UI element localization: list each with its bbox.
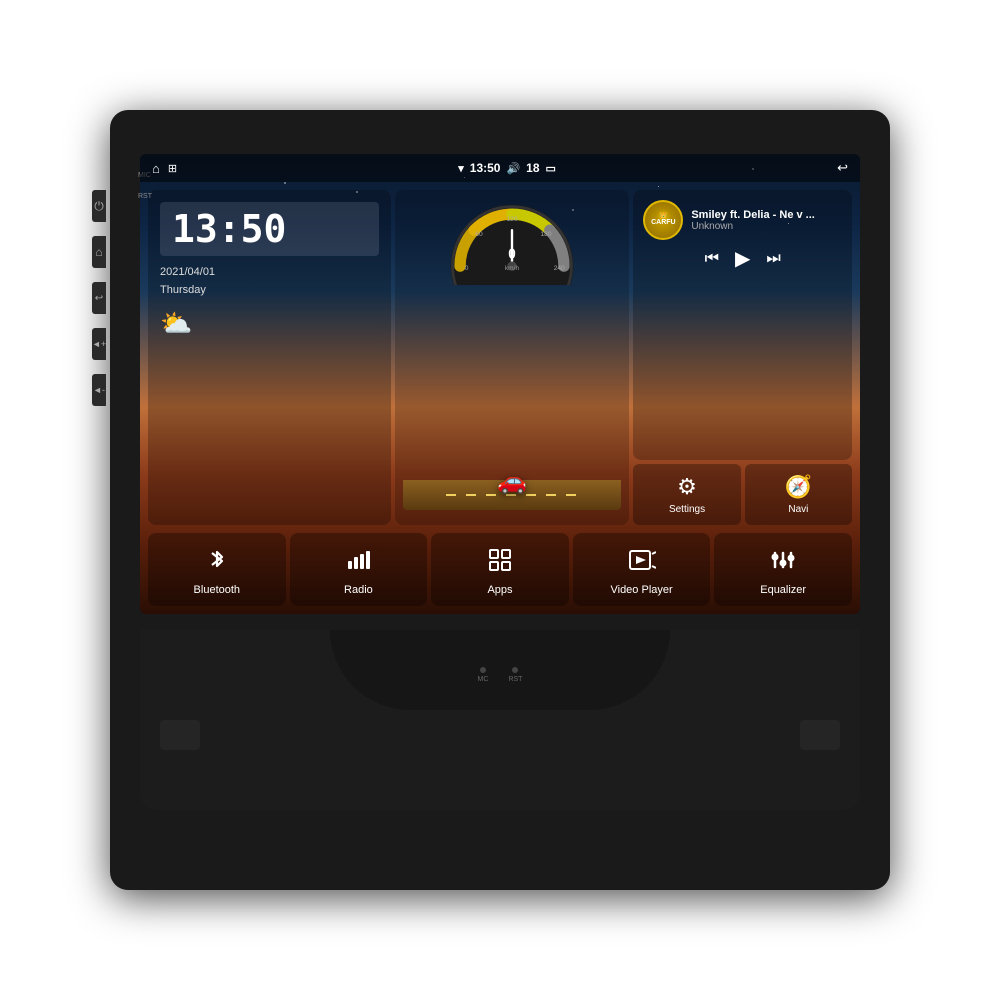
right-panel: 👑 CARFU Smiley ft. Delia - Ne v ... Unkn… bbox=[633, 190, 852, 525]
radio-label: Radio bbox=[344, 584, 373, 596]
status-time: 13:50 bbox=[470, 161, 501, 175]
apps-icon bbox=[487, 547, 513, 578]
speedometer-svg: 0 60 120 180 240 0 km/h bbox=[442, 200, 582, 285]
vol-up-button[interactable]: ◄+ bbox=[92, 328, 106, 360]
clock-day: Thursday bbox=[160, 284, 379, 296]
weather-icon: ⛅ bbox=[160, 308, 379, 339]
svg-text:240: 240 bbox=[554, 265, 565, 272]
clock-display: 13:50 bbox=[160, 202, 379, 256]
music-controls: ⏮ ▶ ⏭ bbox=[643, 246, 842, 271]
home-status-icon[interactable]: ⌂ bbox=[152, 161, 160, 176]
radio-button[interactable]: Radio bbox=[290, 533, 428, 606]
music-info: Smiley ft. Delia - Ne v ... Unknown bbox=[691, 209, 842, 232]
battery-icon: ▭ bbox=[546, 162, 556, 175]
status-bar: ⌂ ⊞ ▾ 13:50 🔊 18 ▭ ↩ bbox=[140, 154, 860, 182]
bottom-curve: MC RST bbox=[330, 630, 670, 710]
music-logo: 👑 CARFU bbox=[643, 200, 683, 240]
side-button-group: ⏻ ⌂ ↩ ◄+ ◄- bbox=[92, 190, 106, 406]
main-content: 13:50 2021/04/01 Thursday ⛅ bbox=[140, 182, 860, 614]
bracket-bottom-left bbox=[160, 720, 200, 750]
main-buttons-row: Bluetooth Radio bbox=[140, 529, 860, 614]
settings-icon: ⚙ bbox=[677, 474, 697, 500]
radio-icon bbox=[345, 547, 371, 578]
volume-icon: 🔊 bbox=[506, 162, 520, 175]
navi-label: Navi bbox=[788, 504, 808, 515]
vol-down-button[interactable]: ◄- bbox=[92, 374, 106, 406]
car-unit: MIC RST ⏻ ⌂ ↩ ◄+ ◄- bbox=[110, 110, 890, 890]
settings-label: Settings bbox=[669, 504, 705, 515]
clock-time: 13:50 bbox=[172, 210, 367, 248]
svg-text:180: 180 bbox=[540, 231, 551, 238]
bluetooth-icon bbox=[204, 547, 230, 578]
power-button[interactable]: ⏻ bbox=[92, 190, 106, 222]
music-header: 👑 CARFU Smiley ft. Delia - Ne v ... Unkn… bbox=[643, 200, 842, 240]
equalizer-icon bbox=[770, 547, 796, 578]
navi-button[interactable]: 🧭 Navi bbox=[745, 464, 852, 525]
music-panel: 👑 CARFU Smiley ft. Delia - Ne v ... Unkn… bbox=[633, 190, 852, 460]
svg-text:120: 120 bbox=[506, 216, 517, 223]
bluetooth-label: Bluetooth bbox=[194, 584, 240, 596]
rst-indicator: RST bbox=[508, 667, 522, 683]
svg-text:km/h: km/h bbox=[505, 265, 520, 272]
back-status-icon[interactable]: ↩ bbox=[837, 160, 848, 176]
apps-label: Apps bbox=[487, 584, 512, 596]
equalizer-button[interactable]: Equalizer bbox=[714, 533, 852, 606]
bracket-bottom-right bbox=[800, 720, 840, 750]
svg-text:0: 0 bbox=[508, 248, 516, 263]
next-button[interactable]: ⏭ bbox=[766, 250, 780, 268]
navi-icon: 🧭 bbox=[785, 474, 812, 500]
music-artist: Unknown bbox=[691, 221, 842, 232]
back-side-button[interactable]: ↩ bbox=[92, 282, 106, 314]
apps-button[interactable]: Apps bbox=[431, 533, 569, 606]
video-icon bbox=[628, 547, 656, 578]
rst-label: RST bbox=[138, 191, 152, 204]
svg-text:0: 0 bbox=[465, 265, 469, 272]
svg-text:60: 60 bbox=[475, 231, 483, 238]
bluetooth-button[interactable]: Bluetooth bbox=[148, 533, 286, 606]
speedometer-panel: 0 60 120 180 240 0 km/h bbox=[395, 190, 630, 525]
clock-panel: 13:50 2021/04/01 Thursday ⛅ bbox=[148, 190, 391, 525]
volume-level: 18 bbox=[526, 161, 539, 175]
equalizer-label: Equalizer bbox=[760, 584, 806, 596]
music-title: Smiley ft. Delia - Ne v ... bbox=[691, 209, 842, 221]
prev-button[interactable]: ⏮ bbox=[705, 250, 719, 268]
car-road: 🚗 bbox=[403, 455, 622, 515]
wifi-icon: ▾ bbox=[458, 162, 464, 175]
settings-button[interactable]: ⚙ Settings bbox=[633, 464, 740, 525]
play-button[interactable]: ▶ bbox=[735, 246, 750, 271]
bottom-bezel: MC RST bbox=[140, 630, 860, 810]
video-label: Video Player bbox=[610, 584, 672, 596]
apps-status-icon[interactable]: ⊞ bbox=[168, 162, 177, 175]
home-side-button[interactable]: ⌂ bbox=[92, 236, 106, 268]
quick-buttons: ⚙ Settings 🧭 Navi bbox=[633, 464, 852, 525]
video-button[interactable]: Video Player bbox=[573, 533, 711, 606]
mc-indicator: MC bbox=[478, 667, 489, 683]
clock-date: 2021/04/01 bbox=[160, 266, 379, 278]
screen: ⌂ ⊞ ▾ 13:50 🔊 18 ▭ ↩ bbox=[140, 154, 860, 614]
